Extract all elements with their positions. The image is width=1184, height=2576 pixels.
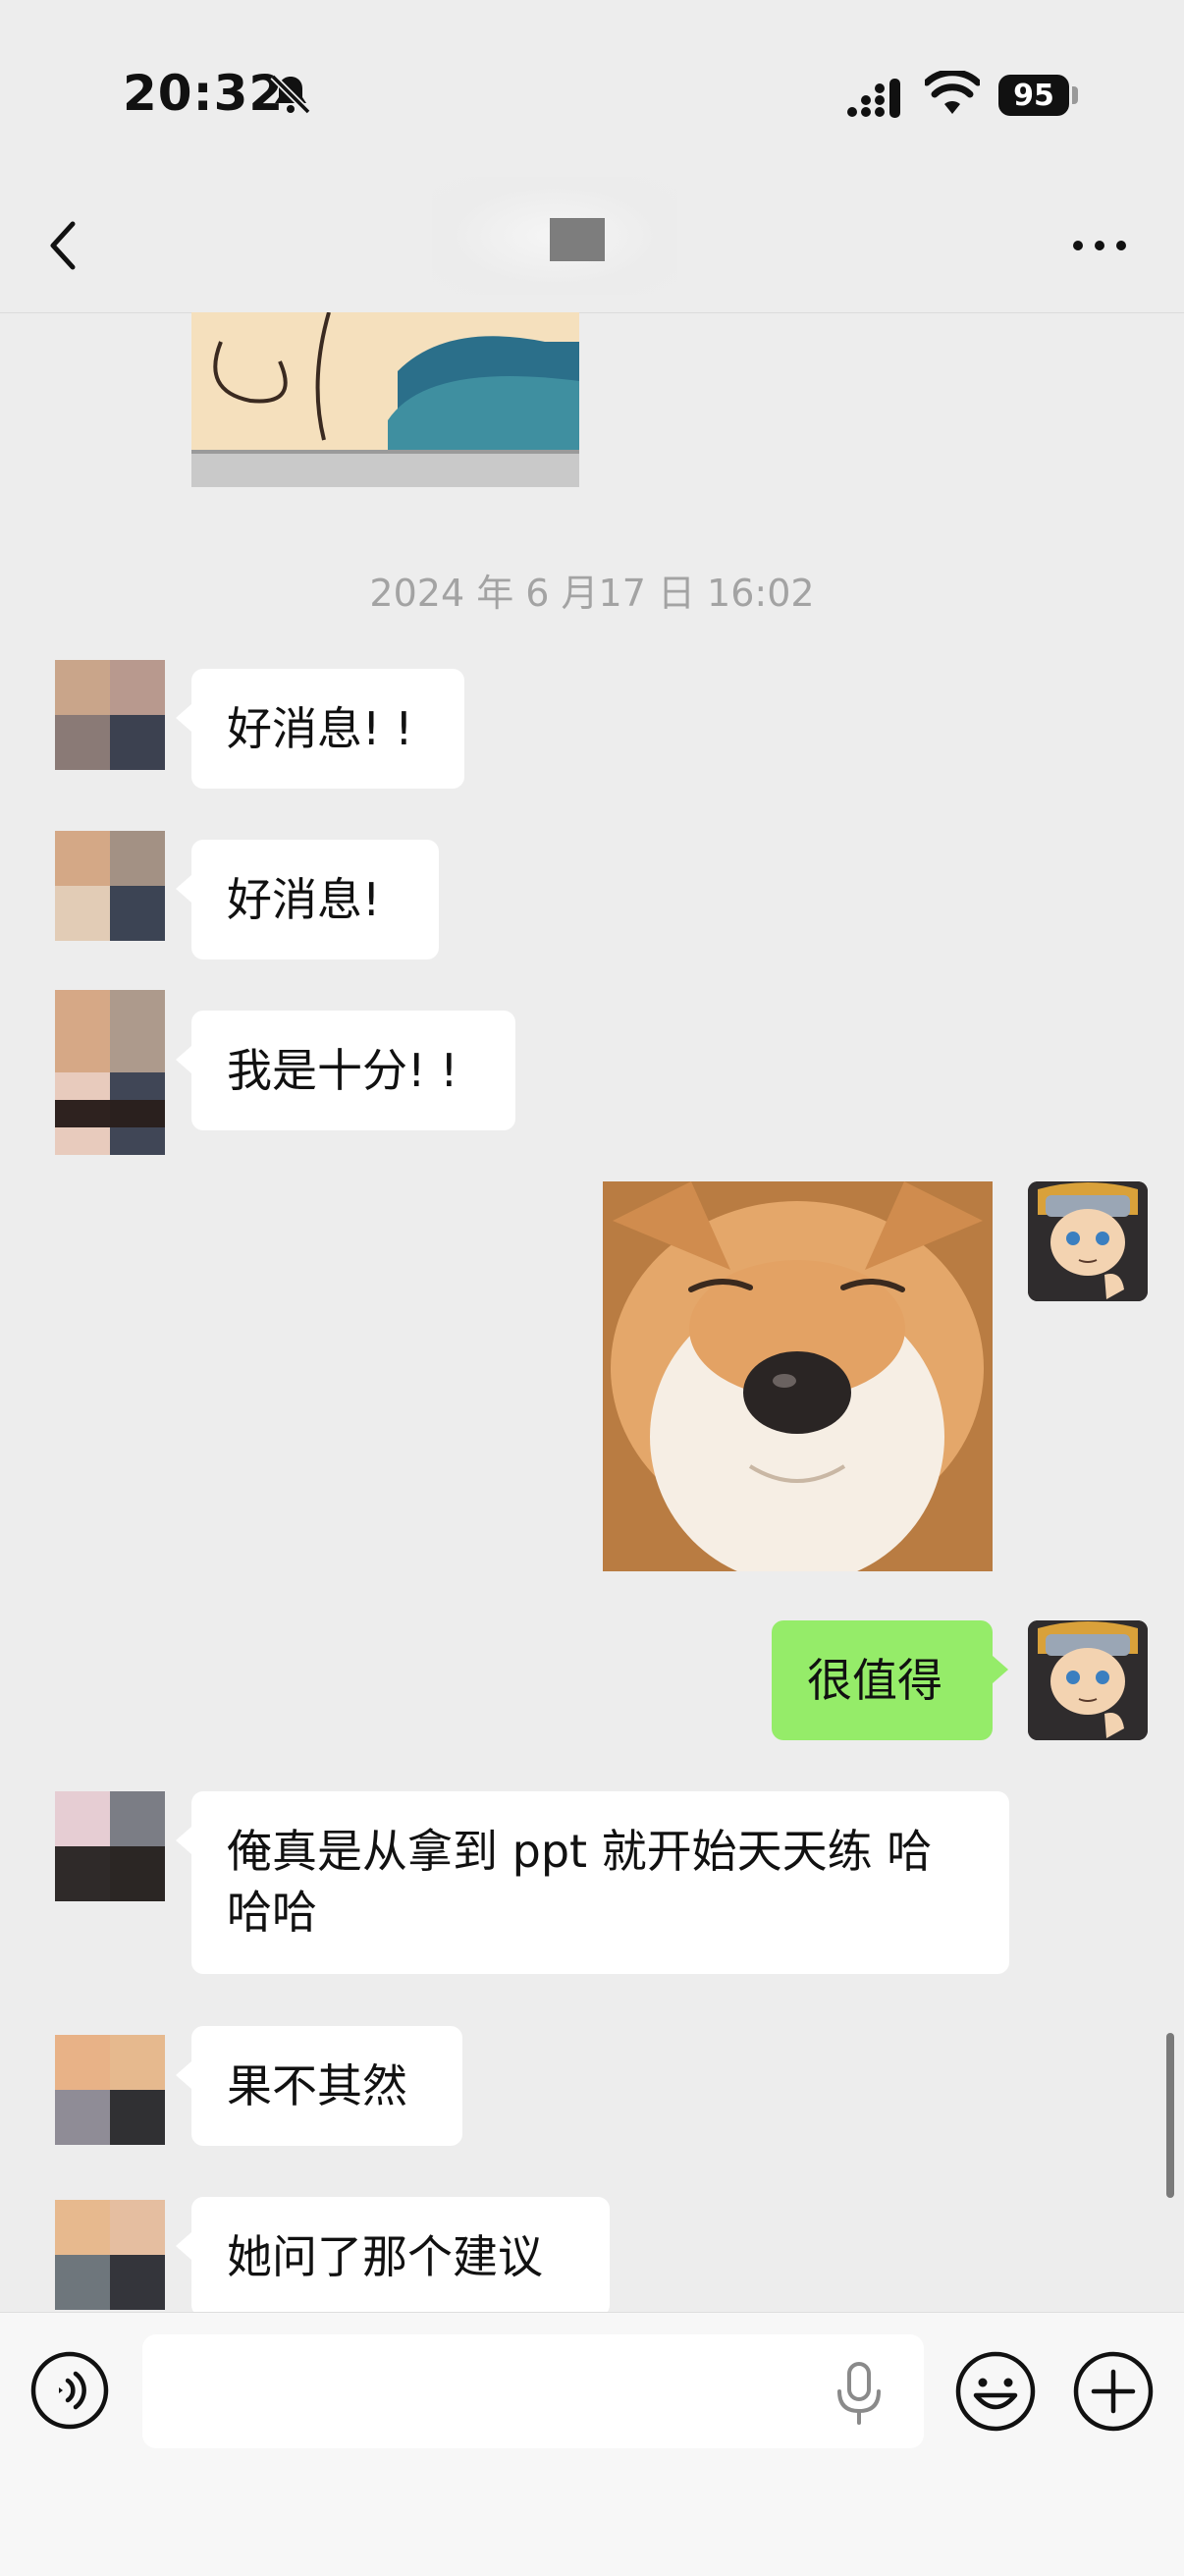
- input-bar: [0, 2312, 1184, 2576]
- avatar[interactable]: [55, 2035, 165, 2145]
- emoji-icon[interactable]: [954, 2350, 1037, 2433]
- avatar[interactable]: [55, 2200, 165, 2310]
- shiba-dog-sticker[interactable]: [603, 1181, 993, 1571]
- voice-icon[interactable]: [29, 2350, 110, 2431]
- message-text: 好消息!: [227, 873, 381, 926]
- message-bubble[interactable]: 果不其然: [176, 2026, 462, 2146]
- message-bubble[interactable]: 好消息! !: [176, 669, 464, 789]
- message-timestamp: 2024 年 6 月17 日 16:02: [369, 572, 815, 615]
- image-message-cropped[interactable]: [191, 312, 579, 487]
- wifi-icon: [925, 71, 980, 114]
- message-text-line-1: 俺真是从拿到 ppt 就开始天天练 哈: [227, 1825, 933, 1878]
- avatar[interactable]: [55, 660, 165, 770]
- avatar[interactable]: [55, 831, 165, 941]
- message-bubble[interactable]: 她问了那个建议: [176, 2197, 610, 2312]
- message-text-line-2: 哈哈: [227, 1886, 317, 1939]
- self-avatar[interactable]: [1028, 1181, 1148, 1301]
- battery-tip: [1072, 86, 1078, 104]
- mic-icon[interactable]: [831, 2360, 888, 2429]
- message-text: 她问了那个建议: [227, 2230, 543, 2283]
- plus-icon[interactable]: [1072, 2350, 1155, 2433]
- avatar-lower: [55, 1100, 165, 1155]
- more-options-button[interactable]: [1070, 226, 1129, 265]
- battery-level: 95: [1013, 78, 1054, 113]
- message-text: 很值得: [807, 1654, 942, 1707]
- message-text: 我是十分! !: [227, 1044, 458, 1097]
- message-bubble-outgoing[interactable]: 很值得: [772, 1620, 1008, 1740]
- signal-icon: [847, 79, 900, 118]
- chat-title-redacted: [550, 218, 605, 261]
- message-text: 好消息! !: [227, 702, 413, 755]
- message-bubble[interactable]: 俺真是从拿到 ppt 就开始天天练 哈 哈哈: [176, 1791, 1009, 1974]
- message-input[interactable]: [142, 2334, 924, 2448]
- self-avatar[interactable]: [1028, 1620, 1148, 1740]
- chat-header: [0, 177, 1184, 313]
- battery-icon: 95: [998, 75, 1069, 116]
- message-bubble[interactable]: 我是十分! !: [176, 1011, 515, 1130]
- message-list[interactable]: 2024 年 6 月17 日 16:02 好消息! ! 好消息! 我是十分! !: [0, 312, 1184, 2312]
- status-time: 20:32: [123, 65, 285, 122]
- back-button[interactable]: [39, 206, 94, 285]
- avatar[interactable]: [55, 1791, 165, 1901]
- message-text: 果不其然: [227, 2059, 407, 2112]
- message-bubble[interactable]: 好消息!: [176, 840, 439, 959]
- bell-slash-icon: [270, 74, 311, 115]
- status-bar: 20:32 95: [0, 0, 1184, 187]
- scroll-indicator[interactable]: [1166, 2033, 1174, 2198]
